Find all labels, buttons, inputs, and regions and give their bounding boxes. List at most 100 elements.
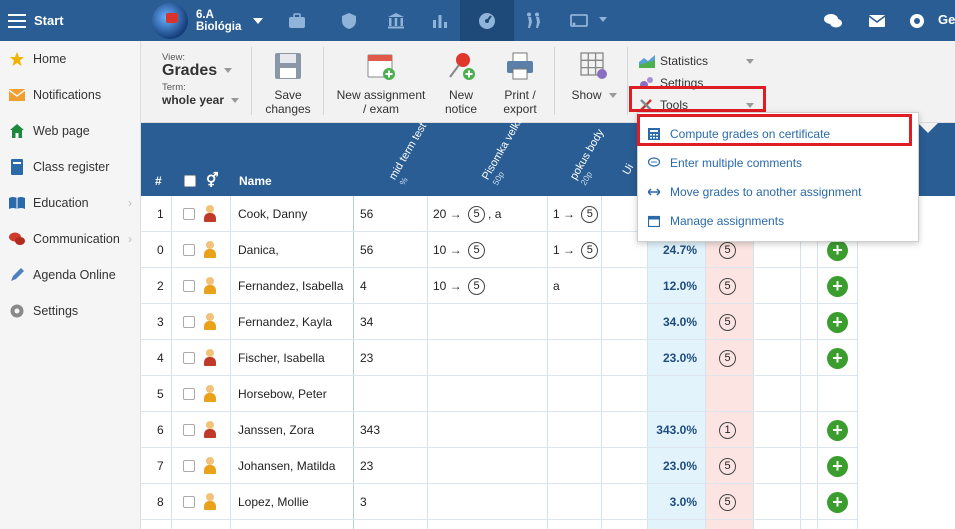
grade-cell[interactable]: 56 — [360, 196, 373, 232]
grade-cell[interactable]: a — [553, 268, 605, 304]
grade-cell[interactable] — [553, 376, 605, 412]
select-all-checkbox[interactable] — [184, 175, 196, 187]
bar-chart-icon[interactable] — [423, 0, 457, 41]
grade-cell[interactable]: 23 — [360, 448, 373, 484]
grade-cell[interactable] — [553, 340, 605, 376]
grade-cell[interactable]: 10 → 5 — [433, 268, 551, 304]
header-corner — [918, 123, 938, 133]
grade-cell[interactable] — [553, 412, 605, 448]
certificate-grade[interactable]: 5 — [719, 277, 736, 295]
grade-cell[interactable] — [553, 448, 605, 484]
assignment-header-pisomka-velka[interactable]: Pisomka velka 50p — [480, 115, 535, 187]
school-building-icon[interactable] — [379, 0, 413, 41]
grade-cell[interactable]: 4 — [360, 268, 367, 304]
view-dropdown[interactable]: Grades — [162, 62, 239, 80]
sidebar-item-notifications[interactable]: Notifications — [0, 77, 140, 113]
row-checkbox[interactable] — [183, 460, 195, 472]
user-name[interactable]: Ge — [938, 12, 955, 27]
print-export-button[interactable]: Print / export — [496, 51, 544, 116]
chat-bubbles-icon[interactable] — [816, 0, 850, 41]
gear-icon[interactable] — [900, 0, 934, 41]
row-checkbox[interactable] — [183, 496, 195, 508]
enter-multiple-comments-item[interactable]: Enter multiple comments — [638, 148, 918, 177]
grade-cell[interactable]: 56 — [360, 232, 373, 268]
briefcase-icon[interactable] — [280, 0, 314, 41]
sidebar-item-class-register[interactable]: Class register — [0, 149, 140, 185]
student-name[interactable]: Fernandez, Kayla — [238, 304, 332, 340]
grade-cell[interactable] — [433, 484, 551, 520]
grade-cell[interactable]: 343 — [360, 412, 380, 448]
certificate-grade[interactable]: 5 — [719, 349, 736, 367]
row-checkbox[interactable] — [183, 388, 195, 400]
add-grade-button[interactable]: + — [827, 455, 848, 477]
grade-cell[interactable]: 10 → 5 — [433, 232, 551, 268]
grade-cell[interactable] — [553, 484, 605, 520]
assignment-header-pokus-body[interactable]: pokus body 20p — [568, 127, 615, 187]
student-name[interactable]: Danica, — [238, 232, 279, 268]
student-name[interactable]: Fischer, Isabella — [238, 340, 325, 376]
class-selector[interactable]: 6.A Biológia — [152, 2, 272, 39]
grade-cell[interactable]: 1 → 5 — [553, 196, 605, 232]
certificate-grade[interactable]: 1 — [719, 421, 736, 439]
move-grades-item[interactable]: Move grades to another assignment — [638, 177, 918, 206]
grade-mark: 5 — [581, 205, 599, 223]
walking-people-icon[interactable] — [516, 0, 550, 41]
student-name[interactable]: Lopez, Mollie — [238, 484, 309, 520]
assignment-header-ui[interactable]: Ui — [621, 162, 637, 177]
sidebar-item-agenda-online[interactable]: Agenda Online — [0, 257, 140, 293]
grade-cell[interactable] — [433, 448, 551, 484]
grade-cell[interactable] — [433, 376, 551, 412]
row-checkbox[interactable] — [183, 280, 195, 292]
add-grade-button[interactable]: + — [827, 275, 848, 297]
add-grade-button[interactable]: + — [827, 347, 848, 369]
student-name[interactable]: Cook, Danny — [238, 196, 307, 232]
envelope-icon[interactable] — [860, 0, 894, 41]
certificate-grade[interactable]: 5 — [719, 241, 736, 259]
manage-assignments-item[interactable]: Manage assignments — [638, 206, 918, 235]
new-notice-label-2: notice — [444, 102, 478, 116]
term-dropdown[interactable]: whole year — [162, 93, 240, 107]
sidebar-item-settings[interactable]: Settings — [0, 293, 140, 329]
grade-cell[interactable] — [553, 304, 605, 340]
show-dropdown-button[interactable]: Show — [565, 51, 623, 102]
add-grade-button[interactable]: + — [827, 311, 848, 333]
start-menu-button[interactable]: Start — [0, 0, 141, 41]
statistics-menu[interactable]: Statistics — [639, 50, 779, 72]
add-grade-button[interactable]: + — [827, 239, 848, 261]
certificate-grade[interactable]: 5 — [719, 313, 736, 331]
sidebar-item-home[interactable]: Home — [0, 41, 140, 77]
row-checkbox[interactable] — [183, 316, 195, 328]
student-name[interactable]: Johansen, Matilda — [238, 448, 335, 484]
student-name[interactable]: Janssen, Zora — [238, 412, 314, 448]
row-checkbox[interactable] — [183, 244, 195, 256]
cast-icon[interactable] — [562, 0, 596, 41]
student-name[interactable]: Horsebow, Peter — [238, 376, 327, 412]
gauge-icon[interactable] — [460, 0, 514, 41]
add-grade-button[interactable]: + — [827, 491, 848, 513]
assignment-header-mid-term-test[interactable]: mid term test% — [387, 121, 438, 187]
add-grade-button[interactable]: + — [827, 419, 848, 441]
certificate-grade[interactable]: 5 — [719, 493, 736, 511]
new-notice-button[interactable]: New notice — [439, 51, 483, 116]
chevron-down-icon[interactable] — [599, 17, 607, 22]
new-assignment-button[interactable]: New assignment / exam — [334, 51, 428, 116]
sidebar-item-communication[interactable]: Communication › — [0, 221, 140, 257]
sidebar-item-web-page[interactable]: Web page — [0, 113, 140, 149]
grade-cell[interactable] — [433, 340, 551, 376]
grade-cell[interactable]: 34 — [360, 304, 373, 340]
row-checkbox[interactable] — [183, 424, 195, 436]
student-name[interactable]: Fernandez, Isabella — [238, 268, 343, 304]
certificate-grade[interactable]: 5 — [719, 457, 736, 475]
grade-cell[interactable]: 1 → 5 — [553, 232, 605, 268]
save-changes-button[interactable]: Save changes — [263, 51, 313, 116]
grade-cell[interactable] — [433, 412, 551, 448]
grade-cell[interactable]: 23 — [360, 340, 373, 376]
sidebar-item-education[interactable]: Education › — [0, 185, 140, 221]
row-checkbox[interactable] — [183, 352, 195, 364]
divider — [554, 47, 555, 115]
grade-cell[interactable]: 20 → 5, a — [433, 196, 551, 232]
grade-cell[interactable] — [433, 304, 551, 340]
grade-cell[interactable]: 3 — [360, 484, 367, 520]
row-checkbox[interactable] — [183, 208, 195, 220]
shield-icon[interactable] — [332, 0, 366, 41]
